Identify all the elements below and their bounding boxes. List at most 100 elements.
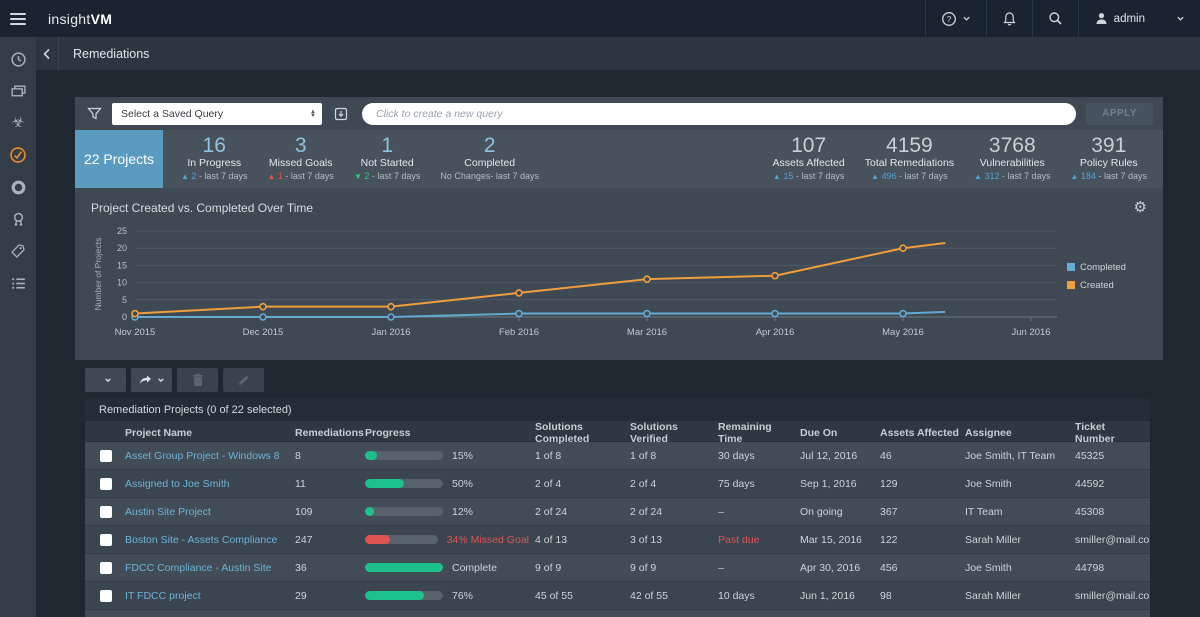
svg-text:Nov 2015: Nov 2015 (115, 327, 156, 338)
list-icon (10, 275, 27, 292)
column-header-Progress[interactable]: Progress (365, 427, 535, 439)
ticket-number-cell: smiller@mail.com (1075, 534, 1150, 546)
solutions-verified-cell: 2 of 4 (630, 478, 718, 490)
solutions-completed-cell: 45 of 55 (535, 590, 630, 602)
notifications-button[interactable] (986, 0, 1032, 37)
due-on-cell: On going (800, 506, 880, 518)
sidebar-item-remediation-check[interactable] (0, 139, 36, 171)
breadcrumb-bar: Remediations (36, 37, 1200, 70)
row-checkbox[interactable] (100, 562, 112, 574)
due-on-cell: Apr 30, 2016 (800, 562, 880, 574)
stat-value: 16 (203, 135, 226, 157)
project-name-link[interactable]: Austin Site Project (125, 506, 295, 518)
stat-label: Completed (464, 157, 515, 169)
column-header-Ticket Number[interactable]: Ticket Number (1075, 421, 1150, 445)
progress-bar-track (365, 451, 443, 460)
sidebar-item-clock[interactable] (0, 43, 36, 75)
tag-icon (10, 243, 26, 259)
search-button[interactable] (1032, 0, 1078, 37)
column-header-Solutions Verified[interactable]: Solutions Verified (630, 421, 718, 445)
project-name-link[interactable]: Assigned to Joe Smith (125, 478, 295, 490)
stat-assets-affected: 107Assets Affected▲ 15 - last 7 days (763, 130, 855, 188)
edit-button (223, 368, 264, 392)
progress-bar-fill (365, 591, 424, 600)
query-input[interactable] (362, 103, 1076, 125)
solutions-verified-cell: 1 of 8 (630, 450, 718, 462)
sidebar-item-tag[interactable] (0, 235, 36, 267)
row-select-cell (85, 562, 125, 574)
project-name-link[interactable]: IT FDCC project (125, 590, 295, 602)
search-icon (1048, 11, 1063, 26)
projects-total-box[interactable]: 22 Projects (75, 130, 163, 188)
stat-value: 1 (381, 135, 393, 157)
remediations-cell: 8 (295, 450, 365, 462)
project-name-link[interactable]: FDCC Compliance - Austin Site (125, 562, 295, 574)
stat-completed: 2CompletedNo Changes- last 7 days (430, 130, 549, 188)
column-header-Assets Affected[interactable]: Assets Affected (880, 427, 965, 439)
column-header-Assignee[interactable]: Assignee (965, 427, 1075, 439)
stat-value: 3768 (989, 135, 1036, 157)
table-row: Austin Site Project10912%2 of 242 of 24–… (85, 498, 1150, 526)
share-dropdown-button[interactable] (131, 368, 172, 392)
assets-affected-cell: 122 (880, 534, 965, 546)
stat-delta: ▲ 312 - last 7 days (974, 171, 1050, 181)
save-query-button[interactable] (330, 103, 352, 125)
help-menu-button[interactable]: ? (925, 0, 986, 37)
row-checkbox[interactable] (100, 450, 112, 462)
due-on-cell: Sep 1, 2016 (800, 478, 880, 490)
menu-icon[interactable] (0, 0, 36, 37)
column-header-Solutions Completed[interactable]: Solutions Completed (535, 421, 630, 445)
sidebar-item-biohazard[interactable]: ☣ (0, 107, 36, 139)
row-select-cell (85, 506, 125, 518)
stat-label: Vulnerabilities (980, 157, 1045, 169)
column-header-Remediations[interactable]: Remediations (295, 427, 365, 439)
logo-light: insight (48, 11, 91, 27)
svg-text:10: 10 (117, 278, 127, 288)
solutions-verified-cell: 42 of 55 (630, 590, 718, 602)
sidebar-item-donut[interactable] (0, 171, 36, 203)
svg-text:5: 5 (122, 295, 127, 305)
row-checkbox[interactable] (100, 478, 112, 490)
chart-title: Project Created vs. Completed Over Time (91, 201, 313, 215)
svg-text:Feb 2016: Feb 2016 (499, 327, 539, 338)
due-on-cell: Mar 15, 2016 (800, 534, 880, 546)
solutions-verified-cell: 9 of 9 (630, 562, 718, 574)
column-header-Due On[interactable]: Due On (800, 427, 880, 439)
top-bar: insightVM ? admin (0, 0, 1200, 37)
sidebar-item-dashboards[interactable] (0, 75, 36, 107)
legend-item-created: Created (1067, 280, 1147, 291)
solutions-verified-cell: 2 of 24 (630, 506, 718, 518)
progress-label: 15% (452, 450, 473, 462)
gear-icon[interactable]: ⚙ (1134, 201, 1147, 215)
ticket-number-cell: 45325 (1075, 450, 1150, 462)
row-checkbox[interactable] (100, 534, 112, 546)
remediations-cell: 36 (295, 562, 365, 574)
user-menu[interactable]: admin (1078, 0, 1200, 37)
project-name-link[interactable]: Asset Group Project - Windows 8 (125, 450, 295, 462)
apply-button[interactable]: APPLY (1086, 103, 1153, 125)
remaining-time-cell: Past due (718, 534, 800, 546)
stat-in-progress: 16In Progress▲ 2 - last 7 days (171, 130, 257, 188)
back-button[interactable] (36, 37, 59, 70)
assignee-cell: Joe Smith, IT Team (965, 450, 1075, 462)
stat-delta: No Changes- last 7 days (440, 171, 539, 181)
svg-text:15: 15 (117, 260, 127, 270)
project-name-link[interactable]: Boston Site - Assets Compliance (125, 534, 295, 546)
dashboards-icon (10, 83, 27, 100)
select-all-dropdown-button[interactable] (85, 368, 126, 392)
sidebar-item-award[interactable] (0, 203, 36, 235)
chevron-down-icon (157, 376, 165, 384)
remediation-projects-table: Remediation Projects (0 of 22 selected) … (85, 399, 1150, 617)
column-header-Remaining Time[interactable]: Remaining Time (718, 421, 800, 445)
row-checkbox[interactable] (100, 506, 112, 518)
column-header-Project Name[interactable]: Project Name (125, 427, 295, 439)
assets-affected-cell: 129 (880, 478, 965, 490)
svg-text:Mar 2016: Mar 2016 (627, 327, 667, 338)
sidebar-item-list[interactable] (0, 267, 36, 299)
progress-cell: 12% (365, 506, 535, 518)
row-checkbox[interactable] (100, 590, 112, 602)
stat-value: 3 (295, 135, 307, 157)
saved-query-select[interactable]: Select a Saved Query ▲▼ (112, 103, 322, 125)
progress-bar-fill (365, 479, 404, 488)
legend-swatch (1067, 281, 1075, 289)
